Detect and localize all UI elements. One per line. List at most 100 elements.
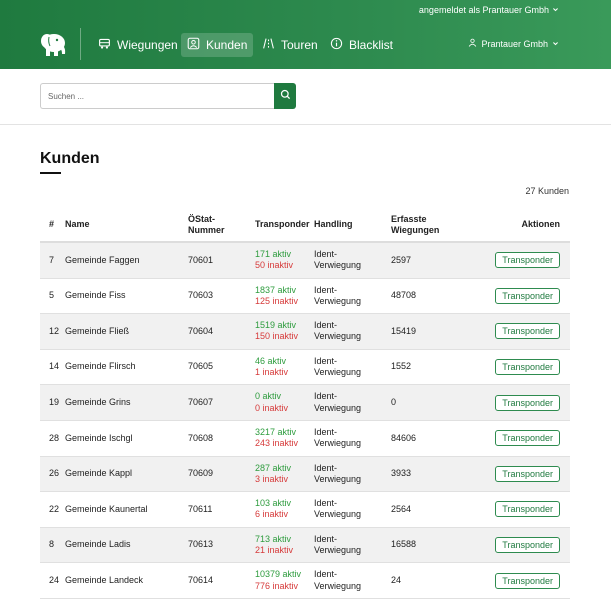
- action-cell: Transponder: [495, 528, 560, 563]
- header-handling[interactable]: Handling: [314, 206, 353, 243]
- transponder-button[interactable]: Transponder: [495, 394, 560, 411]
- action-cell: Transponder: [495, 457, 560, 492]
- user-menu-label: Prantauer Gmbh: [481, 38, 548, 49]
- nav-kunden[interactable]: Kunden: [181, 33, 254, 57]
- customers-table: # Name ÖStat-Nummer Transponder Handling…: [40, 206, 570, 599]
- wiegungen-count: 24: [391, 575, 402, 586]
- handling: Ident-Verwiegung: [314, 533, 362, 556]
- action-cell: Transponder: [495, 243, 560, 278]
- search-button[interactable]: [274, 83, 296, 109]
- transponder-status: 171 aktiv 50 inaktiv: [255, 243, 293, 278]
- aktiv-count: 46 aktiv: [255, 355, 287, 366]
- customer-name: Gemeinde Kappl: [65, 468, 133, 479]
- header-ost[interactable]: ÖStat-Nummer: [188, 206, 240, 243]
- nav-wiegungen[interactable]: Wiegungen: [92, 33, 184, 57]
- transponder-button[interactable]: Transponder: [495, 323, 560, 340]
- header-num[interactable]: #: [49, 206, 54, 243]
- wiegungen-count: 84606: [391, 432, 417, 443]
- table-body: 7 Gemeinde Faggen 70601 171 aktiv 50 inaktiv…: [40, 243, 570, 599]
- table-row: 26 Gemeinde Kappl 70609 287 aktiv 3 inaktiv I…: [40, 456, 570, 493]
- handling: Ident-Verwiegung: [314, 462, 362, 484]
- search-icon: [280, 87, 291, 105]
- aktiv-count: 0 aktiv: [255, 391, 282, 402]
- row-number: 26: [49, 468, 60, 479]
- login-status[interactable]: angemeldet als Prantauer Gmbh: [419, 5, 559, 15]
- row-number: 24: [49, 575, 60, 586]
- table-row: 12 Gemeinde Fließ 70604 1519 aktiv 150 inakt…: [40, 314, 570, 350]
- inaktiv-count: 125 inaktiv: [255, 295, 299, 306]
- transponder-status: 287 aktiv 3 inaktiv: [255, 457, 291, 492]
- user-menu[interactable]: Prantauer Gmbh: [468, 38, 559, 49]
- row-number: 12: [49, 325, 60, 336]
- nav-kunden-label: Kunden: [206, 38, 248, 52]
- wiegungen-count: 16588: [391, 539, 417, 550]
- row-number: 5: [49, 290, 55, 301]
- customer-name: Gemeinde Faggen: [65, 254, 140, 265]
- truck-icon: [98, 37, 111, 53]
- handling: Ident-Verwiegung: [314, 391, 362, 413]
- transponder-button[interactable]: Transponder: [495, 252, 560, 269]
- customer-name: Gemeinde Fließ: [65, 325, 130, 336]
- table-row: 7 Gemeinde Faggen 70601 171 aktiv 50 inaktiv…: [40, 243, 570, 279]
- transponder-button[interactable]: Transponder: [495, 430, 560, 447]
- customer-name: Gemeinde Ischgl: [65, 432, 133, 443]
- nav-blacklist[interactable]: Blacklist: [324, 33, 399, 57]
- customer-name: Gemeinde Kaunertal: [65, 503, 148, 514]
- aktiv-count: 287 aktiv: [255, 462, 292, 473]
- aktiv-count: 1837 aktiv: [255, 284, 297, 295]
- handling: Ident-Verwiegung: [314, 284, 362, 306]
- customer-name: Gemeinde Fiss: [65, 290, 126, 301]
- row-number: 7: [49, 254, 55, 265]
- aktiv-count: 10379 aktiv: [255, 569, 302, 580]
- table-row: 5 Gemeinde Fiss 70603 1837 aktiv 125 inaktiv…: [40, 279, 570, 315]
- inaktiv-count: 1 inaktiv: [255, 367, 289, 378]
- nav-touren-label: Touren: [281, 38, 318, 52]
- header-name[interactable]: Name: [65, 206, 90, 243]
- customer-name: Gemeinde Grins: [65, 397, 131, 408]
- inaktiv-count: 0 inaktiv: [255, 402, 289, 413]
- action-cell: Transponder: [495, 279, 560, 314]
- search-input[interactable]: [40, 83, 274, 109]
- ostat-number: 70607: [188, 397, 214, 408]
- info-circle-icon: [330, 37, 343, 53]
- wiegungen-count: 1552: [391, 361, 412, 372]
- handling: Ident-Verwiegung: [314, 498, 362, 520]
- table-row: 24 Gemeinde Landeck 70614 10379 aktiv 776 in…: [40, 563, 570, 599]
- logged-in-text: angemeldet als Prantauer Gmbh: [418, 5, 549, 15]
- aktiv-count: 713 aktiv: [255, 533, 292, 544]
- ostat-number: 70614: [188, 575, 214, 586]
- transponder-button[interactable]: Transponder: [495, 572, 560, 589]
- row-number: 28: [49, 432, 60, 443]
- customer-name: Gemeinde Flirsch: [65, 361, 136, 372]
- elephant-logo-icon[interactable]: [40, 30, 70, 58]
- row-number: 19: [49, 397, 60, 408]
- nav-touren[interactable]: Touren: [256, 33, 324, 57]
- action-cell: Transponder: [495, 385, 560, 420]
- wiegungen-count: 3933: [391, 468, 412, 479]
- nav-divider: [80, 28, 81, 60]
- header-wiegungen[interactable]: Erfasste Wiegungen: [391, 206, 451, 243]
- aktiv-count: 103 aktiv: [255, 498, 292, 509]
- transponder-button[interactable]: Transponder: [495, 537, 560, 554]
- wiegungen-count: 0: [391, 397, 397, 408]
- action-cell: Transponder: [495, 314, 560, 349]
- transponder-button[interactable]: Transponder: [495, 287, 560, 304]
- top-navbar: angemeldet als Prantauer Gmbh Wiegungen …: [0, 0, 611, 69]
- handling: Ident-Verwiegung: [314, 569, 362, 591]
- user-icon: [187, 37, 200, 53]
- table-row: 19 Gemeinde Grins 70607 0 aktiv 0 inaktiv Ide…: [40, 385, 570, 421]
- table-row: 14 Gemeinde Flirsch 70605 46 aktiv 1 inaktiv…: [40, 350, 570, 386]
- table-row: 28 Gemeinde Ischgl 70608 3217 aktiv 243 inak…: [40, 421, 570, 457]
- transponder-status: 1519 aktiv 150 inaktiv: [255, 314, 298, 349]
- action-cell: Transponder: [495, 563, 560, 598]
- transponder-button[interactable]: Transponder: [495, 359, 560, 376]
- aktiv-count: 3217 aktiv: [255, 427, 297, 438]
- header-transponder[interactable]: Transponder: [255, 206, 310, 243]
- inaktiv-count: 150 inaktiv: [255, 331, 299, 342]
- page-title: Kunden: [40, 150, 100, 167]
- transponder-status: 103 aktiv 6 inaktiv: [255, 492, 291, 527]
- action-cell: Transponder: [495, 421, 560, 456]
- transponder-button[interactable]: Transponder: [495, 465, 560, 482]
- wiegungen-count: 2597: [391, 254, 412, 265]
- transponder-button[interactable]: Transponder: [495, 501, 560, 518]
